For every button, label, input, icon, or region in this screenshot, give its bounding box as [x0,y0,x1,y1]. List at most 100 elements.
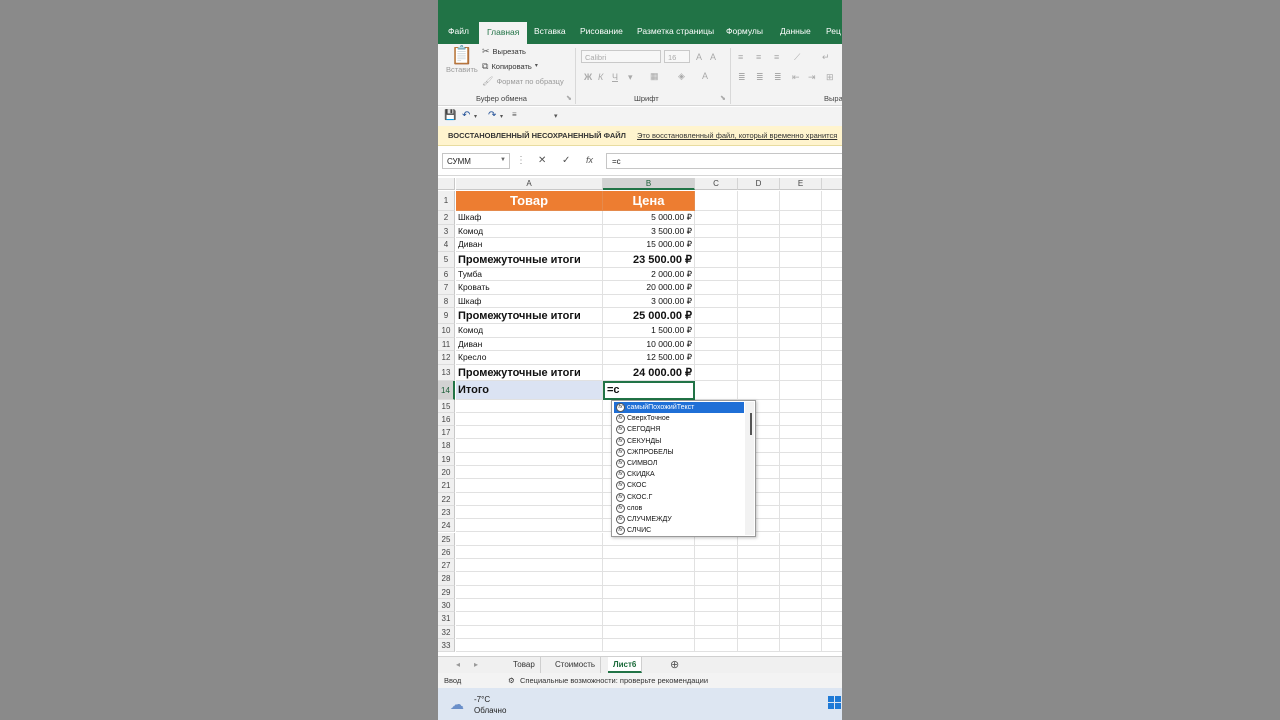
column-header-d[interactable]: D [738,178,780,190]
row-header[interactable]: 9 [438,308,455,324]
orientation-icon[interactable]: ⟋ [794,52,800,63]
tab-0[interactable]: Файл [448,26,469,40]
table-cell[interactable] [738,238,780,252]
tab-2[interactable]: Вставка [534,26,566,40]
table-cell[interactable] [780,439,822,453]
table-cell[interactable] [738,612,780,626]
row-header[interactable]: 1 [438,191,455,211]
table-cell[interactable] [738,638,780,653]
table-cell[interactable] [695,364,738,381]
row-header[interactable]: 31 [438,612,455,626]
font-color-icon[interactable]: A [702,71,708,81]
row-header[interactable]: 18 [438,439,455,453]
table-cell[interactable] [738,337,780,351]
table-cell[interactable] [695,294,738,308]
autocomplete-item[interactable]: fx СКОС [614,480,744,491]
paste-button[interactable]: 📋 Вставить [446,46,478,74]
table-cell[interactable] [738,267,780,281]
table-cell[interactable] [822,295,842,308]
header-cell-price[interactable]: Цена [603,191,695,211]
table-cell[interactable] [603,559,695,573]
table-cell[interactable] [456,399,603,413]
column-header-b[interactable]: B [603,178,695,190]
table-cell[interactable] [822,453,842,466]
row-header[interactable]: 25 [438,532,455,546]
table-cell[interactable] [456,625,603,639]
row-header[interactable]: 20 [438,466,455,480]
row-header[interactable]: 4 [438,238,455,252]
table-cell[interactable]: Диван [456,337,603,351]
table-cell[interactable] [780,224,822,238]
table-cell[interactable]: Кровать [456,281,603,295]
table-cell[interactable]: 25 000.00 ₽ [603,308,695,324]
table-cell[interactable] [822,439,842,453]
table-cell[interactable] [738,572,780,586]
row-header[interactable]: 29 [438,585,455,599]
autocomplete-item[interactable]: fx СверхТочное [614,413,744,424]
table-cell[interactable] [822,308,842,324]
table-cell[interactable] [822,546,842,560]
column-header-c[interactable]: C [695,178,738,190]
table-cell[interactable] [780,337,822,351]
table-cell[interactable]: Шкаф [456,211,603,225]
table-cell[interactable] [738,585,780,599]
autocomplete-item[interactable]: fx самыйПохожийТекст [614,402,744,413]
table-cell[interactable]: 12 500.00 ₽ [603,351,695,365]
table-cell[interactable]: 5 000.00 ₽ [603,211,695,225]
table-cell[interactable] [738,251,780,268]
decrease-indent-icon[interactable]: ⇤ [792,72,800,83]
table-cell[interactable] [603,585,695,599]
table-cell[interactable] [738,364,780,381]
table-cell[interactable] [822,211,842,225]
chevron-down-icon[interactable]: ▾ [474,113,477,120]
accessibility-status[interactable]: Специальные возможности: проверьте реком… [520,676,708,685]
table-cell[interactable] [822,252,842,268]
table-cell[interactable]: Комод [456,224,603,238]
table-cell[interactable] [456,466,603,480]
row-header[interactable]: 6 [438,267,455,281]
table-cell[interactable] [603,625,695,639]
table-cell[interactable] [822,351,842,365]
table-cell[interactable] [695,211,738,225]
table-cell[interactable] [695,638,738,653]
table-cell[interactable] [695,585,738,599]
table-cell[interactable] [603,545,695,560]
align-right-icon[interactable]: ≣ [774,72,782,83]
italic-button[interactable]: К [598,72,603,82]
active-cell-b14[interactable]: =с [603,380,695,400]
total-label-cell[interactable]: Итого [456,380,603,400]
table-cell[interactable] [456,572,603,586]
row-header[interactable]: 23 [438,505,455,520]
redo-icon[interactable]: ↷ [488,110,496,121]
format-painter-button[interactable]: 🖌 Формат по образцу [482,77,564,87]
table-cell[interactable] [456,612,603,626]
table-cell[interactable] [456,505,603,520]
row-header[interactable]: 17 [438,426,455,440]
table-cell[interactable]: Комод [456,324,603,338]
table-cell[interactable] [738,625,780,639]
column-header-a[interactable]: A [456,178,603,190]
table-cell[interactable] [695,337,738,351]
row-header[interactable]: 28 [438,572,455,586]
underline-button[interactable]: Ч [612,72,618,82]
table-cell[interactable] [456,412,603,427]
table-cell[interactable] [603,599,695,613]
table-cell[interactable] [780,412,822,427]
row-header[interactable]: 32 [438,625,455,639]
table-cell[interactable] [822,324,842,338]
table-cell[interactable] [780,466,822,480]
table-cell[interactable] [695,380,738,400]
table-cell[interactable] [456,439,603,453]
notice-link[interactable]: Это восстановленный файл, который времен… [637,131,837,140]
autocomplete-item[interactable]: fx СКИДКА [614,469,744,480]
save-icon[interactable]: 💾 [444,110,456,121]
table-cell[interactable] [822,519,842,533]
table-cell[interactable] [780,251,822,268]
tab-4[interactable]: Разметка страницы [637,26,714,40]
scroll-thumb[interactable] [750,413,752,435]
table-cell[interactable] [603,572,695,586]
table-cell[interactable] [822,426,842,440]
table-cell[interactable] [456,532,603,546]
table-cell[interactable] [780,479,822,493]
table-cell[interactable] [695,267,738,281]
